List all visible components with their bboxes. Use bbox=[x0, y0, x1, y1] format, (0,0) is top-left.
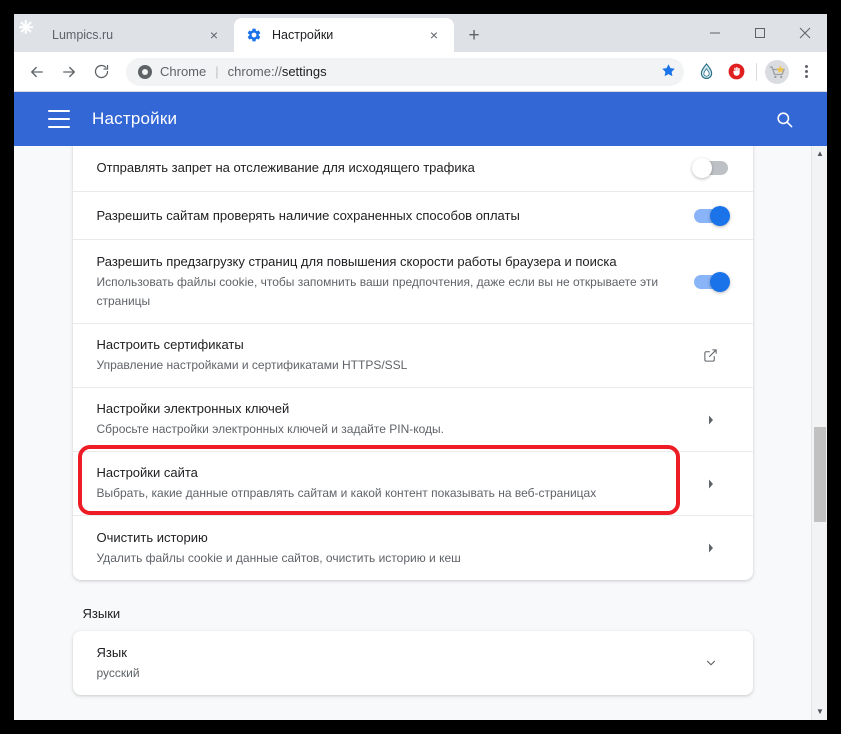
row-title: Разрешить сайтам проверять наличие сохра… bbox=[96, 207, 520, 223]
row-subtitle: Использовать файлы cookie, чтобы запомни… bbox=[96, 274, 659, 308]
maximize-icon[interactable] bbox=[737, 14, 782, 52]
site-label: Chrome bbox=[160, 64, 207, 79]
adblock-stop-hand-icon[interactable] bbox=[722, 58, 750, 86]
gear-icon bbox=[246, 27, 262, 43]
row-title: Настройки электронных ключей bbox=[96, 401, 290, 416]
tab-title: Настройки bbox=[272, 28, 334, 42]
row-subtitle: русский bbox=[96, 665, 140, 680]
setting-row-clear-history[interactable]: Очистить историю Удалить файлы cookie и … bbox=[73, 516, 753, 580]
external-link-icon[interactable] bbox=[693, 338, 729, 374]
tab-close-button[interactable]: × bbox=[204, 25, 224, 45]
setting-row-site-settings[interactable]: Настройки сайта Выбрать, какие данные от… bbox=[72, 452, 753, 516]
search-icon[interactable] bbox=[771, 106, 797, 132]
row-title: Разрешить предзагрузку страниц для повыш… bbox=[96, 253, 617, 269]
toggle-payment-methods[interactable] bbox=[693, 198, 730, 234]
row-subtitle: Выбрать, какие данные отправлять сайтам … bbox=[96, 486, 597, 500]
row-title: Настроить сертификаты bbox=[96, 337, 244, 352]
url-scheme: chrome:// bbox=[227, 64, 282, 79]
lumpics-icon bbox=[20, 21, 42, 43]
scrollbar-thumb[interactable] bbox=[814, 427, 826, 522]
settings-header: Настройки bbox=[14, 92, 827, 146]
chrome-icon bbox=[138, 64, 152, 79]
toggle-switch-on[interactable] bbox=[693, 271, 730, 292]
row-title: Настройки сайта bbox=[96, 465, 198, 480]
star-icon[interactable] bbox=[661, 63, 676, 81]
toggle-do-not-track[interactable] bbox=[691, 150, 729, 186]
url-path: settings bbox=[281, 64, 327, 79]
settings-page: Отправлять запрет на отслеживание для ис… bbox=[14, 146, 827, 720]
setting-row-language[interactable]: Язык русский bbox=[73, 631, 753, 695]
toggle-switch-on[interactable] bbox=[693, 205, 730, 226]
forward-arrow-icon[interactable] bbox=[54, 57, 84, 87]
row-title: Очистить историю bbox=[96, 529, 208, 545]
tab-lumpics[interactable]: Lumpics.ru × bbox=[14, 18, 234, 52]
tab-title: Lumpics.ru bbox=[52, 28, 114, 42]
back-arrow-icon[interactable] bbox=[22, 57, 52, 87]
toolbar-divider bbox=[756, 62, 757, 81]
scroll-down-arrow-icon[interactable]: ▼ bbox=[812, 704, 827, 720]
omnibox-separator: | bbox=[215, 64, 219, 79]
three-dot-menu-icon[interactable] bbox=[793, 58, 819, 86]
minimize-icon[interactable] bbox=[692, 14, 737, 52]
page-title: Настройки bbox=[92, 109, 178, 128]
setting-row-preload-pages[interactable]: Разрешить предзагрузку страниц для повыш… bbox=[72, 240, 753, 324]
address-bar[interactable]: Chrome | chrome://settings bbox=[126, 57, 684, 86]
row-title: Отправлять запрет на отслеживание для ис… bbox=[96, 159, 475, 175]
page-scrollbar[interactable]: ▲ ▼ bbox=[811, 146, 827, 720]
privacy-settings-card: Отправлять запрет на отслеживание для ис… bbox=[72, 146, 753, 580]
close-icon[interactable] bbox=[782, 14, 827, 52]
new-tab-button[interactable]: + bbox=[460, 21, 488, 49]
row-subtitle: Удалить файлы cookie и данные сайтов, оч… bbox=[96, 550, 461, 565]
setting-row-certificates[interactable]: Настроить сертификаты Управление настрой… bbox=[72, 324, 753, 388]
setting-row-payment-methods[interactable]: Разрешить сайтам проверять наличие сохра… bbox=[72, 192, 753, 240]
row-title: Язык bbox=[96, 644, 127, 660]
setting-row-do-not-track[interactable]: Отправлять запрет на отслеживание для ис… bbox=[72, 146, 753, 192]
toggle-preload-pages[interactable] bbox=[693, 264, 730, 300]
chevron-right-icon[interactable] bbox=[693, 402, 729, 438]
tab-close-button[interactable]: × bbox=[424, 25, 444, 45]
tab-settings[interactable]: Настройки × bbox=[234, 18, 454, 52]
avatar[interactable] bbox=[765, 59, 789, 84]
window-controls bbox=[692, 14, 827, 52]
chevron-down-icon[interactable] bbox=[693, 645, 729, 681]
browser-toolbar: Chrome | chrome://settings bbox=[14, 52, 827, 92]
setting-row-security-keys[interactable]: Настройки электронных ключей Сбросьте на… bbox=[72, 388, 753, 452]
languages-card: Язык русский bbox=[72, 631, 753, 695]
chevron-right-icon[interactable] bbox=[693, 530, 729, 566]
toggle-switch-off[interactable] bbox=[691, 157, 728, 178]
browser-window: Lumpics.ru × Настройки × + Chrome | chro… bbox=[14, 14, 827, 720]
hamburger-menu-icon[interactable] bbox=[48, 108, 70, 131]
water-drop-extension-icon[interactable] bbox=[692, 58, 720, 86]
chevron-right-icon[interactable] bbox=[693, 466, 729, 502]
tab-strip: Lumpics.ru × Настройки × + bbox=[14, 14, 827, 52]
scroll-up-arrow-icon[interactable]: ▲ bbox=[812, 146, 827, 162]
reload-icon[interactable] bbox=[86, 57, 116, 87]
section-heading-languages: Языки bbox=[82, 606, 121, 621]
settings-content: Отправлять запрет на отслеживание для ис… bbox=[14, 146, 811, 720]
row-subtitle: Управление настройками и сертификатами H… bbox=[96, 358, 408, 372]
row-subtitle: Сбросьте настройки электронных ключей и … bbox=[96, 422, 444, 436]
